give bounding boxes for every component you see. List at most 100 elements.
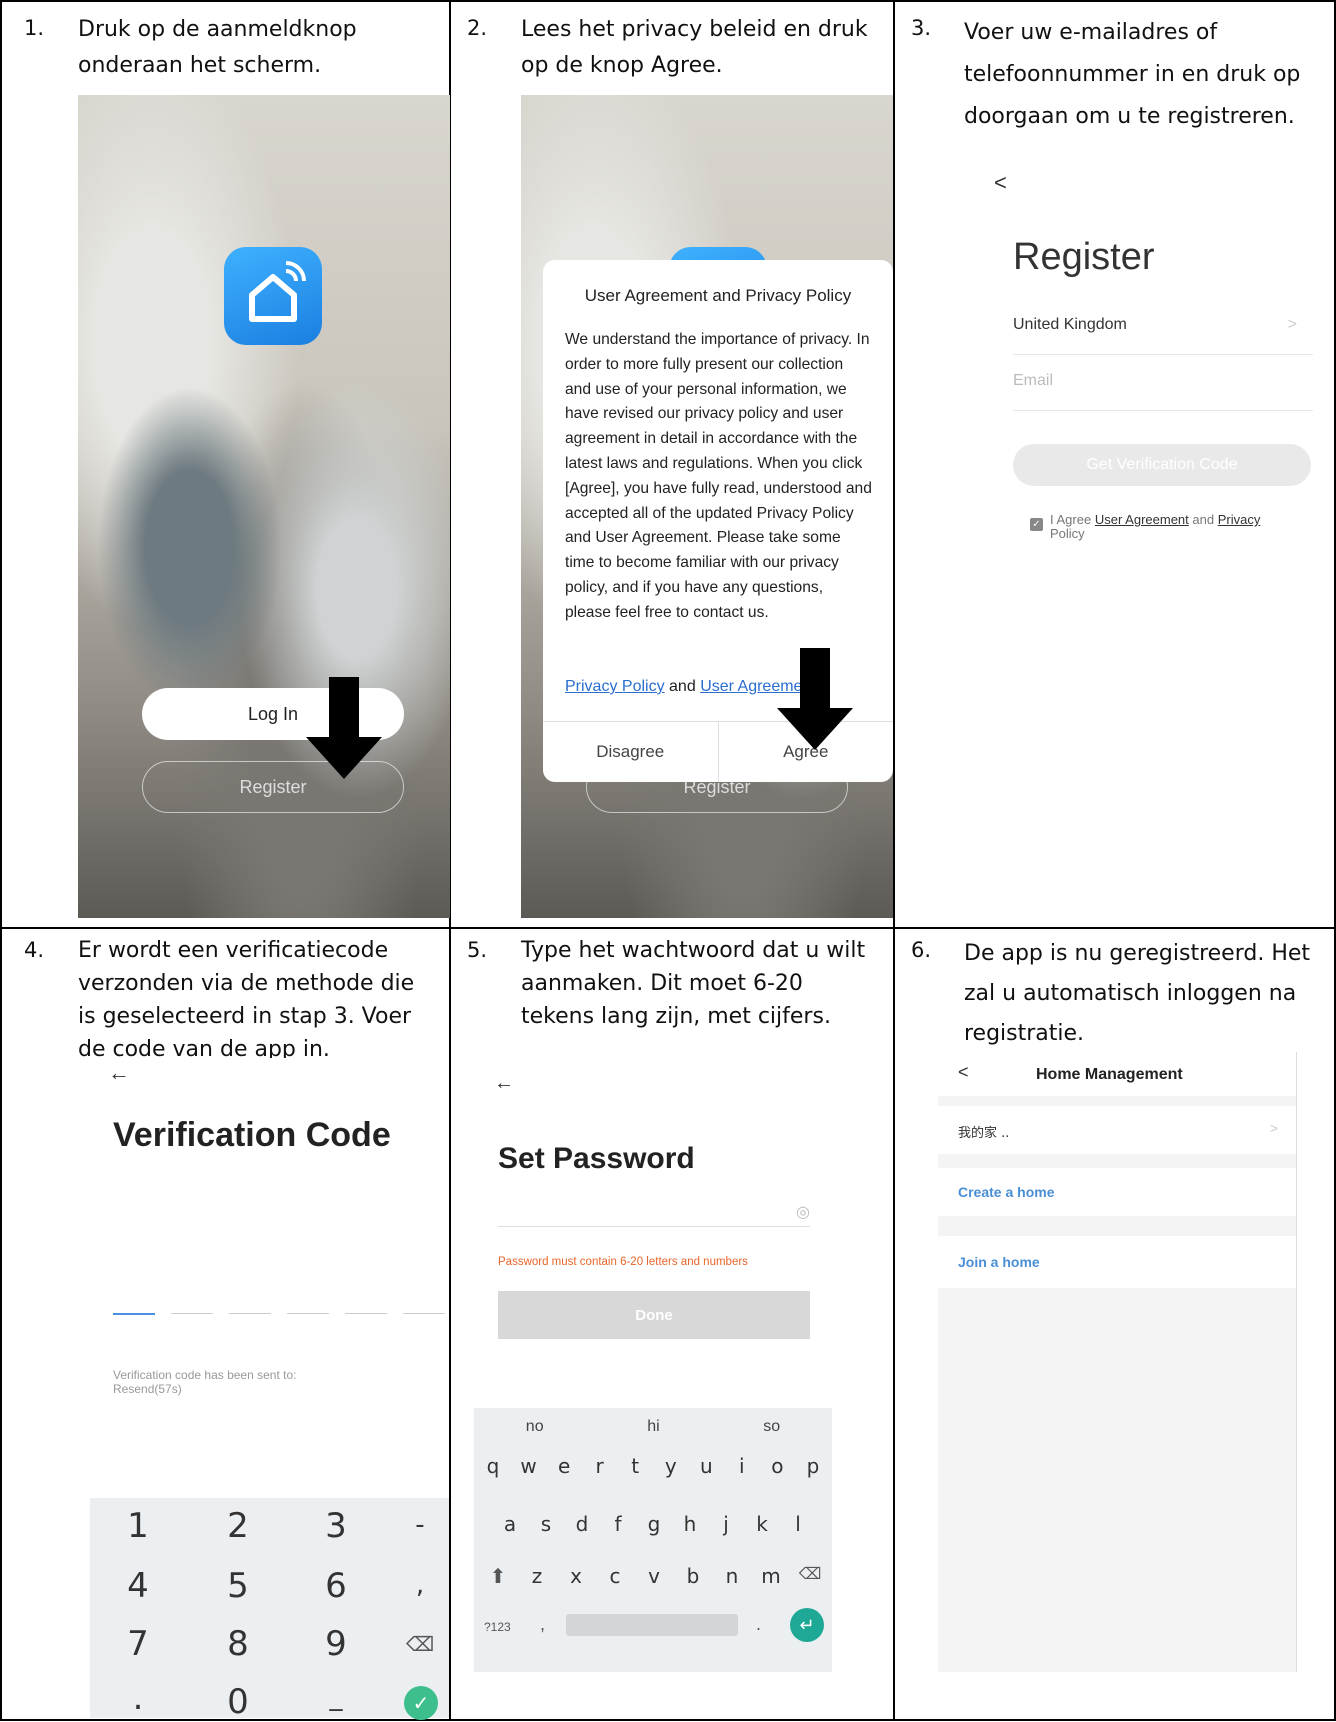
check-icon[interactable]: ✓ xyxy=(404,1686,438,1720)
email-field[interactable]: Email xyxy=(1013,372,1313,411)
key[interactable]: r xyxy=(585,1454,615,1478)
key[interactable]: u xyxy=(691,1454,721,1478)
nav-bar: < Home Management xyxy=(938,1052,1296,1096)
join-home-link[interactable]: Join a home xyxy=(958,1254,1040,1270)
key-2[interactable]: 2 xyxy=(208,1506,268,1546)
back-arrow-icon[interactable]: ← xyxy=(108,1060,130,1086)
key[interactable]: c xyxy=(601,1564,629,1588)
agree-prefix: I Agree xyxy=(1050,512,1092,527)
page-title: Register xyxy=(1013,236,1155,278)
code-digit-slot[interactable] xyxy=(113,1313,155,1315)
step-text: Voer uw e-mailadres of telefoonnummer in… xyxy=(964,20,1301,129)
key[interactable]: i xyxy=(727,1454,757,1478)
country-value: United Kingdom xyxy=(1013,316,1127,333)
code-digit-slot[interactable] xyxy=(171,1313,213,1314)
key-5[interactable]: 5 xyxy=(208,1566,268,1606)
step-number: 1. xyxy=(24,16,45,40)
key[interactable]: s xyxy=(532,1512,560,1536)
key[interactable]: m xyxy=(757,1564,785,1588)
code-digit-slot[interactable] xyxy=(229,1313,271,1314)
key[interactable]: k xyxy=(748,1512,776,1536)
key[interactable]: v xyxy=(640,1564,668,1588)
comma-key[interactable]: , xyxy=(540,1614,545,1635)
key-minus[interactable]: - xyxy=(390,1510,450,1540)
eye-icon[interactable]: ◎ xyxy=(796,1202,810,1222)
symbols-key[interactable]: ?123 xyxy=(484,1620,511,1634)
key[interactable]: z xyxy=(523,1564,551,1588)
key-1[interactable]: 1 xyxy=(108,1506,168,1546)
key[interactable]: e xyxy=(549,1454,579,1478)
key-underscore[interactable]: _ xyxy=(306,1682,366,1712)
key[interactable]: t xyxy=(620,1454,650,1478)
back-icon[interactable]: < xyxy=(994,170,1007,196)
key[interactable]: x xyxy=(562,1564,590,1588)
get-verification-code-button[interactable]: Get Verification Code xyxy=(1013,444,1311,486)
key[interactable]: b xyxy=(679,1564,707,1588)
done-button[interactable]: Done xyxy=(498,1291,810,1339)
back-icon[interactable]: < xyxy=(958,1062,969,1083)
password-hint: Password must contain 6-20 letters and n… xyxy=(498,1256,748,1268)
enter-icon[interactable]: ↵ xyxy=(790,1608,824,1642)
key[interactable]: g xyxy=(640,1512,668,1536)
space-bar[interactable] xyxy=(566,1614,738,1636)
suggestion[interactable]: no xyxy=(526,1418,544,1448)
chevron-right-icon: > xyxy=(1269,1120,1278,1136)
down-arrow-icon xyxy=(777,648,853,750)
suggestion[interactable]: so xyxy=(763,1418,780,1448)
user-agreement-link[interactable]: User Agreement xyxy=(1095,512,1189,527)
sent-to-text: Verification code has been sent to: xyxy=(113,1368,297,1382)
page-title: Home Management xyxy=(1036,1066,1183,1083)
agree-terms: ✓ I Agree User Agreement and Privacy Pol… xyxy=(1030,512,1314,541)
key[interactable]: f xyxy=(604,1512,632,1536)
key-4[interactable]: 4 xyxy=(108,1566,168,1606)
country-selector[interactable]: United Kingdom > xyxy=(1013,316,1313,355)
key[interactable]: h xyxy=(676,1512,704,1536)
keyboard-row-2: a s d f g h j k l xyxy=(496,1512,812,1536)
privacy-policy-link[interactable]: Privacy Policy xyxy=(565,678,665,695)
create-home-item[interactable]: Create a home xyxy=(938,1168,1296,1216)
key[interactable]: p xyxy=(798,1454,828,1478)
key-9[interactable]: 9 xyxy=(306,1624,366,1664)
key-7[interactable]: 7 xyxy=(108,1624,168,1664)
join-home-item[interactable]: Join a home xyxy=(938,1236,1296,1288)
create-home-link[interactable]: Create a home xyxy=(958,1184,1054,1200)
key[interactable]: q xyxy=(478,1454,508,1478)
privacy-link[interactable]: Privacy xyxy=(1218,512,1261,527)
checkbox-checked-icon[interactable]: ✓ xyxy=(1030,518,1043,531)
list-item[interactable]: 我的家 .. > xyxy=(938,1106,1296,1154)
key[interactable]: j xyxy=(712,1512,740,1536)
key[interactable]: o xyxy=(762,1454,792,1478)
password-input[interactable]: ◎ xyxy=(498,1200,810,1227)
backspace-icon[interactable]: ⌫ xyxy=(390,1632,450,1656)
key-8[interactable]: 8 xyxy=(208,1624,268,1664)
key[interactable]: w xyxy=(514,1454,544,1478)
keyboard-row-1: q w e r t y u i o p xyxy=(478,1454,828,1478)
suggestion-bar: no hi so xyxy=(474,1418,832,1448)
key-6[interactable]: 6 xyxy=(306,1566,366,1606)
suggestion[interactable]: hi xyxy=(647,1418,659,1448)
period-key[interactable]: . xyxy=(756,1614,761,1635)
key-0[interactable]: 0 xyxy=(208,1682,268,1722)
resend-link[interactable]: Resend(57s) xyxy=(113,1382,296,1396)
screenshot-home-management: < Home Management 我的家 .. > Create a home… xyxy=(938,1052,1297,1672)
key[interactable]: a xyxy=(496,1512,524,1536)
key[interactable]: d xyxy=(568,1512,596,1536)
key[interactable]: y xyxy=(656,1454,686,1478)
disagree-button[interactable]: Disagree xyxy=(543,722,719,782)
back-arrow-icon[interactable]: ← xyxy=(494,1072,514,1095)
code-digit-slot[interactable] xyxy=(345,1313,387,1314)
code-digit-slot[interactable] xyxy=(287,1313,329,1314)
key[interactable]: n xyxy=(718,1564,746,1588)
step-number: 2. xyxy=(467,16,488,40)
dialog-title: User Agreement and Privacy Policy xyxy=(584,286,852,305)
key-3[interactable]: 3 xyxy=(306,1506,366,1546)
keyboard-row-3: ⬆ z x c v b n m ⌫ xyxy=(484,1564,824,1588)
backspace-icon[interactable]: ⌫ xyxy=(796,1564,824,1588)
code-digit-slot[interactable] xyxy=(403,1313,445,1314)
key[interactable]: l xyxy=(784,1512,812,1536)
screenshot-privacy: Register User Agreement and Privacy Poli… xyxy=(521,95,893,918)
key-period[interactable]: . xyxy=(108,1678,168,1718)
shift-icon[interactable]: ⬆ xyxy=(484,1564,512,1588)
key-comma[interactable]: , xyxy=(390,1570,450,1600)
table-col-divider xyxy=(893,0,895,1721)
